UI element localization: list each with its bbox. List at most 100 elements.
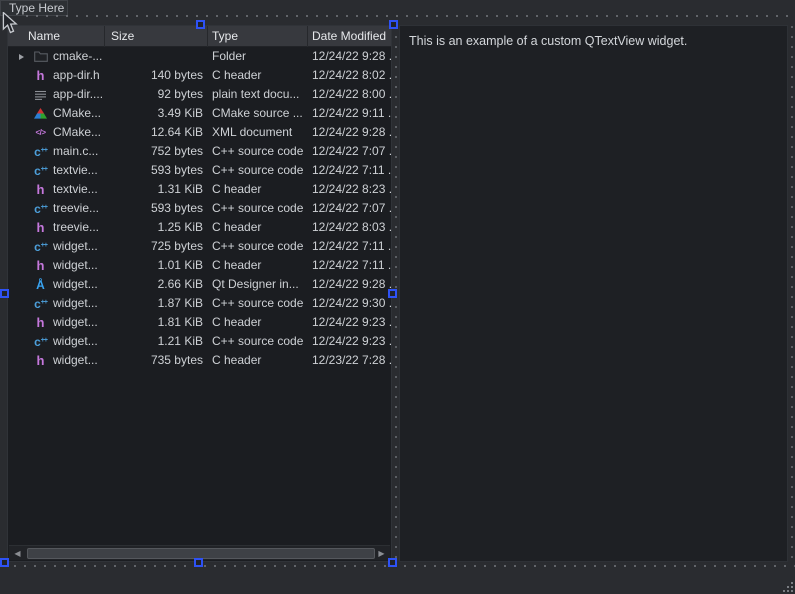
file-tree-rows: cmake-...Folder12/24/22 9:28 .happ-dir.h… [8, 47, 391, 370]
file-size-cell: 593 bytes [104, 161, 207, 180]
file-name-cell: htreevie... [8, 218, 104, 237]
file-name-label: app-dir.... [53, 85, 103, 104]
table-row[interactable]: CMake...3.49 KiBCMake source ...12/24/22… [8, 104, 391, 123]
file-type-cell: C header [207, 256, 307, 275]
date-modified-cell: 12/24/22 8:02 . [307, 66, 391, 85]
file-type-cell: C header [207, 218, 307, 237]
file-size-cell: 1.25 KiB [104, 218, 207, 237]
date-modified-cell: 12/24/22 9:23 . [307, 313, 391, 332]
file-name-cell: hwidget... [8, 351, 104, 370]
column-separator[interactable] [307, 26, 308, 47]
table-row[interactable]: Åwidget...2.66 KiBQt Designer in...12/24… [8, 275, 391, 294]
file-name-label: widget... [53, 275, 98, 294]
file-name-label: CMake... [53, 104, 101, 123]
c-header-icon: h [32, 218, 49, 237]
column-header-date-modified[interactable]: Date Modified [307, 26, 391, 46]
selection-handle-bottom-right[interactable] [388, 558, 397, 567]
selection-handle-mid-right[interactable] [388, 289, 397, 298]
file-size-cell: 1.01 KiB [104, 256, 207, 275]
scroll-left-icon[interactable]: ◀ [10, 547, 25, 560]
scrollbar-thumb[interactable] [27, 548, 375, 559]
selection-handle-bottom-middle[interactable] [194, 558, 203, 567]
table-row[interactable]: app-dir....92 bytesplain text docu...12/… [8, 85, 391, 104]
file-name-label: cmake-... [53, 47, 102, 66]
date-modified-cell: 12/24/22 7:07 . [307, 142, 391, 161]
file-size-cell: 92 bytes [104, 85, 207, 104]
file-name-label: treevie... [53, 218, 99, 237]
file-name-label: widget... [53, 237, 98, 256]
file-type-cell: XML document [207, 123, 307, 142]
file-type-cell: C++ source code [207, 161, 307, 180]
file-type-cell: C header [207, 180, 307, 199]
file-name-label: widget... [53, 294, 98, 313]
mouse-cursor-icon [2, 12, 18, 34]
text-file-icon [32, 85, 49, 104]
date-modified-cell: 12/24/22 7:11 . [307, 237, 391, 256]
date-modified-cell: 12/24/22 9:28 . [307, 123, 391, 142]
date-modified-cell: 12/24/22 9:23 . [307, 332, 391, 351]
file-name-cell: htextvie... [8, 180, 104, 199]
column-separator[interactable] [207, 26, 208, 47]
selection-handle-mid-left[interactable] [0, 289, 9, 298]
table-row[interactable]: c++widget...725 bytesC++ source code12/2… [8, 237, 391, 256]
c-header-icon: h [32, 256, 49, 275]
file-name-cell: Åwidget... [8, 275, 104, 294]
file-size-cell: 2.66 KiB [104, 275, 207, 294]
file-size-cell: 1.87 KiB [104, 294, 207, 313]
column-header-size[interactable]: Size [104, 26, 207, 46]
table-row[interactable]: htextvie...1.31 KiBC header12/24/22 8:23… [8, 180, 391, 199]
table-row[interactable]: c++widget...1.21 KiBC++ source code12/24… [8, 332, 391, 351]
date-modified-cell: 12/24/22 9:28 . [307, 47, 391, 66]
file-name-label: app-dir.h [53, 66, 100, 85]
selection-handle-top-right[interactable] [389, 20, 398, 29]
table-row[interactable]: hwidget...1.81 KiBC header12/24/22 9:23 … [8, 313, 391, 332]
cpp-icon: c++ [32, 199, 49, 218]
grid-dots-right [791, 26, 793, 562]
branch-expand-icon[interactable] [15, 54, 28, 60]
cpp-icon: c++ [32, 294, 49, 313]
date-modified-cell: 12/23/22 7:28 . [307, 351, 391, 370]
table-row[interactable]: c++treevie...593 bytesC++ source code12/… [8, 199, 391, 218]
file-name-cell: c++treevie... [8, 199, 104, 218]
file-name-cell: c++main.c... [8, 142, 104, 161]
file-size-cell: 593 bytes [104, 199, 207, 218]
xml-icon: </> [32, 123, 49, 142]
file-name-cell: happ-dir.h [8, 66, 104, 85]
file-name-label: textvie... [53, 161, 98, 180]
text-view[interactable]: This is an example of a custom QTextView… [399, 25, 788, 562]
table-row[interactable]: happ-dir.h140 bytesC header12/24/22 8:02… [8, 66, 391, 85]
file-name-cell: hwidget... [8, 313, 104, 332]
table-row[interactable]: hwidget...1.01 KiBC header12/24/22 7:11 … [8, 256, 391, 275]
qt-designer-form: Type Here Name Size Type Date Modified c… [0, 0, 795, 594]
file-name-label: main.c... [53, 142, 98, 161]
selection-handle-bottom-left[interactable] [0, 558, 9, 567]
file-tree-view[interactable]: Name Size Type Date Modified cmake-...Fo… [7, 25, 392, 562]
cpp-icon: c++ [32, 161, 49, 180]
selection-handle-top-middle[interactable] [196, 20, 205, 29]
table-row[interactable]: c++widget...1.87 KiBC++ source code12/24… [8, 294, 391, 313]
date-modified-cell: 12/24/22 9:28 . [307, 275, 391, 294]
table-row[interactable]: c++main.c...752 bytesC++ source code12/2… [8, 142, 391, 161]
resize-grip[interactable] [782, 581, 794, 593]
table-row[interactable]: </>CMake...12.64 KiBXML document12/24/22… [8, 123, 391, 142]
column-header-type[interactable]: Type [207, 26, 307, 46]
file-name-label: CMake... [53, 123, 101, 142]
file-name-label: widget... [53, 332, 98, 351]
column-header-name[interactable]: Name [8, 26, 104, 46]
table-row[interactable]: c++textvie...593 bytesC++ source code12/… [8, 161, 391, 180]
grid-dots-top [26, 15, 795, 17]
table-row[interactable]: cmake-...Folder12/24/22 9:28 . [8, 47, 391, 66]
column-separator[interactable] [104, 26, 105, 47]
file-type-cell: C header [207, 351, 307, 370]
file-name-cell: </>CMake... [8, 123, 104, 142]
date-modified-cell: 12/24/22 8:23 . [307, 180, 391, 199]
file-size-cell: 752 bytes [104, 142, 207, 161]
table-row[interactable]: hwidget...735 bytesC header12/23/22 7:28… [8, 351, 391, 370]
text-view-content: This is an example of a custom QTextView… [409, 34, 687, 48]
table-row[interactable]: htreevie...1.25 KiBC header12/24/22 8:03… [8, 218, 391, 237]
file-size-cell: 140 bytes [104, 66, 207, 85]
scroll-right-icon[interactable]: ▶ [374, 547, 389, 560]
date-modified-cell: 12/24/22 9:30 . [307, 294, 391, 313]
tree-header: Name Size Type Date Modified [8, 26, 391, 47]
file-name-cell: cmake-... [8, 47, 104, 66]
